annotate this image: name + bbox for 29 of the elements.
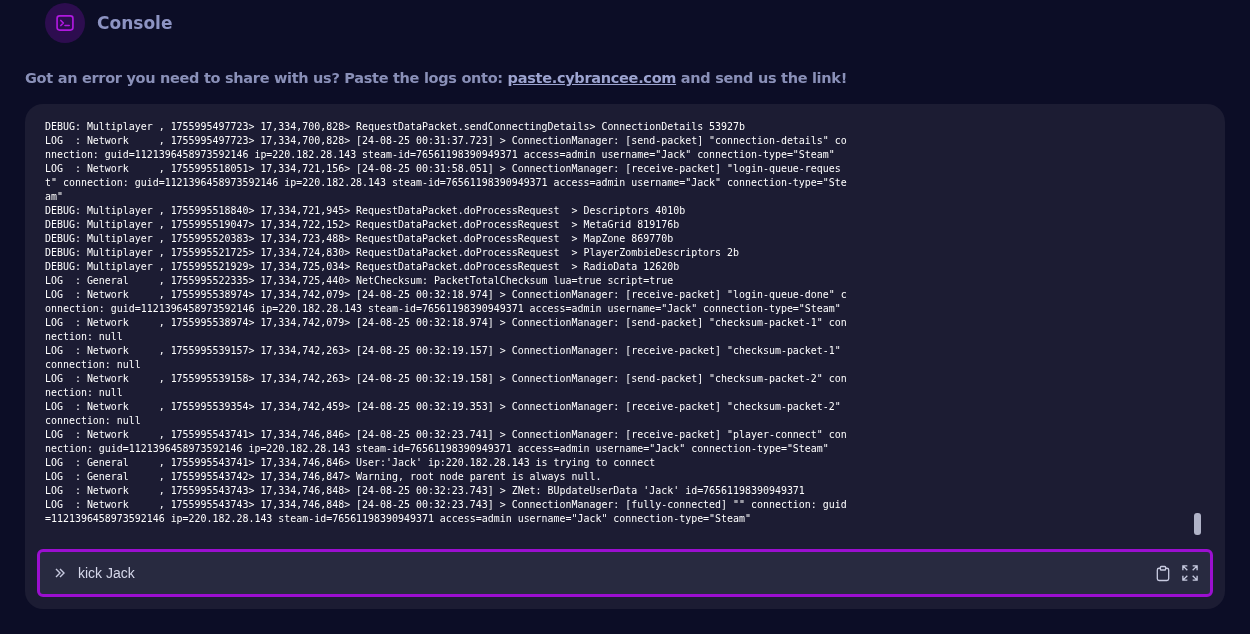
command-input[interactable]: kick Jack bbox=[78, 565, 1144, 581]
notice-text: Got an error you need to share with us? Paste the logs onto: paste.cybrancee.com and send us the link! bbox=[25, 70, 848, 86]
log-line: LOG : General , 1755995522335> 17,334,725,440> NetChecksum: PacketTotalChecksum lua=true script=true bbox=[45, 274, 675, 288]
log-line: LOG : Network , 1755995539157> 17,334,742,263> [24-08-25 00:32:19.157] > ConnectionManager: [receive-packet] "checksum-packet-1" connection: null bbox=[45, 344, 842, 372]
log-line: LOG : Network , 1755995538974> 17,334,742,079> [24-08-25 00:32:18.974] > ConnectionManager: [send-packet] "checksum-packet-1" connection: null bbox=[45, 316, 847, 344]
log-line: LOG : General , 1755995543742> 17,334,746,847> Warning, root node parent is always null. bbox=[45, 470, 603, 484]
log-line: DEBUG: Multiplayer , 1755995521725> 17,334,724,830> RequestDataPacket.doProcessRequest > PlayerZombieDescriptors 2b bbox=[45, 246, 740, 260]
log-line: LOG : General , 1755995543741> 17,334,746,846> User:'Jack' ip:220.182.28.143 is trying to connect bbox=[45, 456, 657, 470]
page-title: Console bbox=[97, 13, 173, 33]
log-line: LOG : Network , 1755995538974> 17,334,742,079> [24-08-25 00:32:18.974] > ConnectionManager: [receive-packet] "login-queue-done" connection: guid=1121396458973592146 ip=220.182.28.143 steam-id=76561198390949371 access=admin username="Jack" connection-type="Steam" bbox=[45, 288, 847, 316]
log-line: DEBUG: Multiplayer , 1755995520383> 17,334,723,488> RequestDataPacket.doProcessRequest > MapZone 869770b bbox=[45, 232, 675, 246]
log-line: DEBUG: Multiplayer , 1755995518840> 17,334,721,945> RequestDataPacket.doProcessRequest > Descriptors 4010b bbox=[45, 204, 687, 218]
command-field[interactable]: kick Jack bbox=[37, 549, 1213, 597]
scrollbar-thumb[interactable] bbox=[1194, 513, 1201, 535]
log-line: LOG : Network , 1755995543743> 17,334,746,848> [24-08-25 00:32:23.743] > ConnectionManager: [fully-connected] "" connection: guid=1121396458973592146 ip=220.182.28.143 steam-id=76561198390949371 access=admin username="Jack" connection-type="Steam" bbox=[45, 498, 847, 526]
log-line: DEBUG: Multiplayer , 1755995521929> 17,334,725,034> RequestDataPacket.doProcessRequest > RadioData 12620b bbox=[45, 260, 681, 274]
log-line: DEBUG: Multiplayer , 1755995497723> 17,334,700,828> RequestDataPacket.sendConnectingDetails> ConnectionDetails 53927b bbox=[45, 120, 746, 134]
log-line: LOG : Network , 1755995497723> 17,334,700,828> [24-08-25 00:31:37.723] > ConnectionManager: [send-packet] "connection-details" connection: guid=1121396458973592146 ip=220.182.28.143 steam-id=76561198390949371 access=admin username="Jack" connection-type="Steam" bbox=[45, 134, 847, 162]
log-line: LOG : Network , 1755995518051> 17,334,721,156> [24-08-25 00:31:58.051] > ConnectionManager: [receive-packet] "login-queue-request" connection: guid=1121396458973592146 ip=220.182.28.143 steam-id=76561198390949371 access=admin username="Jack" connection-type="Steam" bbox=[45, 162, 847, 204]
clipboard-icon[interactable] bbox=[1156, 564, 1170, 582]
log-line: LOG : Network , 1755995543743> 17,334,746,848> [24-08-25 00:32:23.743] > ZNet: BUpdateUserData 'Jack' id=76561198390949371 bbox=[45, 484, 806, 498]
paste-link[interactable]: paste.cybrancee.com bbox=[507, 70, 677, 86]
log-line: LOG : Network , 1755995539158> 17,334,742,263> [24-08-25 00:32:19.158] > ConnectionManager: [send-packet] "checksum-packet-2" connection: null bbox=[45, 372, 847, 400]
log-line: LOG : Network , 1755995539354> 17,334,742,459> [24-08-25 00:32:19.353] > ConnectionManager: [receive-packet] "checksum-packet-2" connection: null bbox=[45, 400, 842, 428]
chevrons-right-icon bbox=[54, 567, 66, 579]
terminal-icon bbox=[45, 3, 85, 43]
fullscreen-icon[interactable] bbox=[1182, 565, 1198, 581]
log-line: DEBUG: Multiplayer , 1755995519047> 17,334,722,152> RequestDataPacket.doProcessRequest > MetaGrid 819176b bbox=[45, 218, 681, 232]
log-line: LOG : Network , 1755995543741> 17,334,746,846> [24-08-25 00:32:23.741] > ConnectionManager: [receive-packet] "player-connect" connection: guid=1121396458973592146 ip=220.182.28.143 steam-id=76561198390949371 access=admin username="Jack" connection-type="Steam" bbox=[45, 428, 847, 456]
